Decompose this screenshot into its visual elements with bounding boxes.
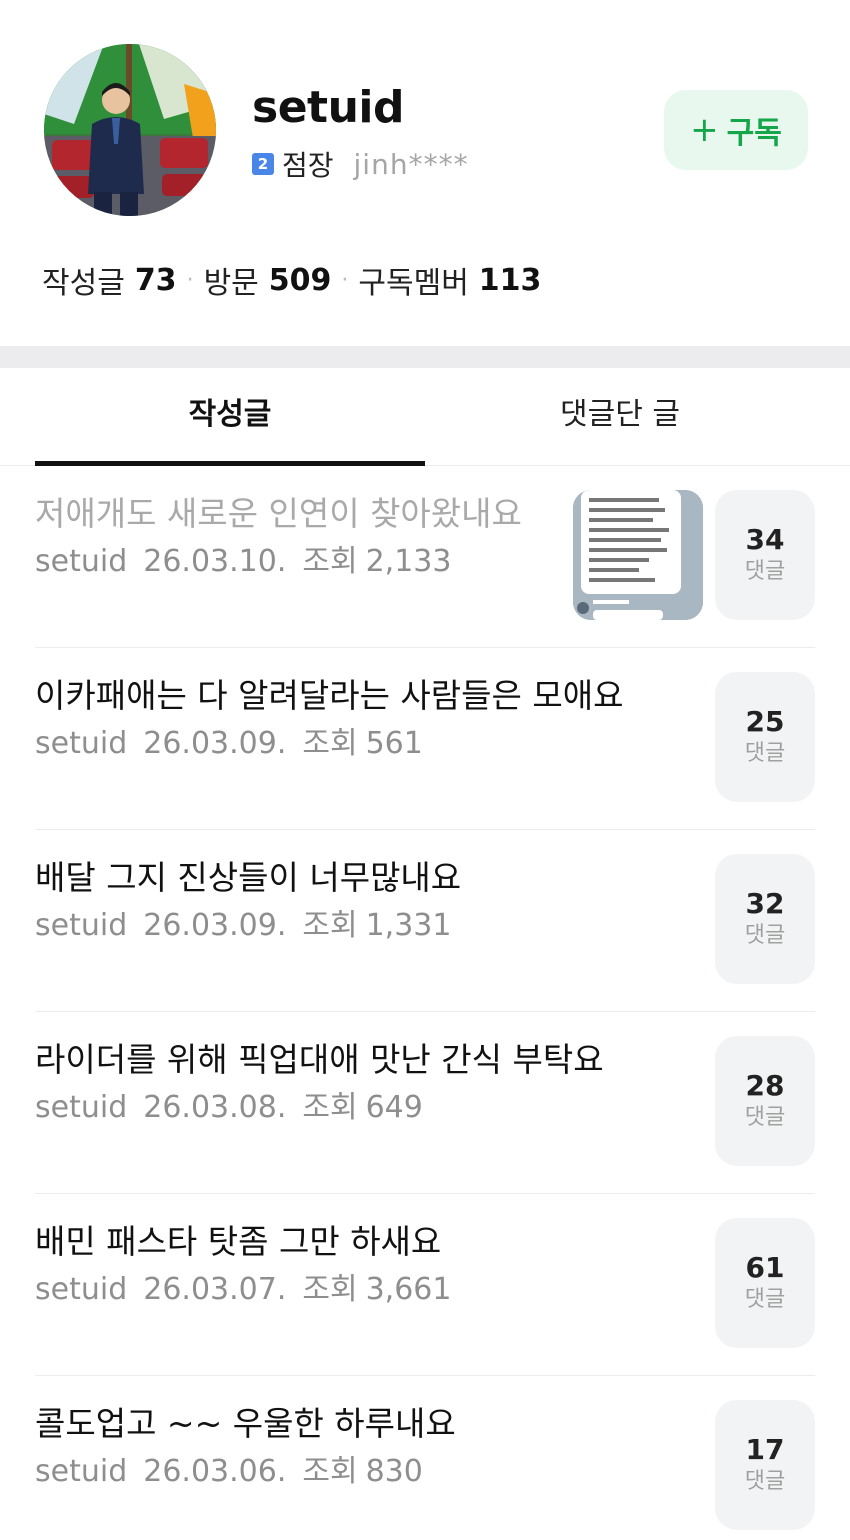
tab-written-posts[interactable]: 작성글 — [35, 368, 425, 466]
level-badge: 2 — [252, 153, 274, 175]
stat-separator: · — [186, 267, 194, 293]
comment-count: 32 — [745, 887, 785, 920]
posts-stat-value: 73 — [134, 262, 177, 298]
post-views-label: 조회 — [302, 1090, 358, 1125]
user-id: jinh**** — [353, 147, 469, 181]
list-item[interactable]: 저애개도 새로운 인연이 찾아왔내요 setuid 26.03.10. 조회 2,13… — [35, 466, 815, 648]
stat-separator: · — [341, 267, 349, 293]
post-views: 649 — [365, 1090, 423, 1125]
post-views-label: 조회 — [302, 1272, 358, 1307]
post-views: 2,133 — [365, 544, 452, 579]
post-title: 배달 그지 진상들이 너무많내요 — [35, 858, 462, 897]
comment-count: 34 — [745, 523, 785, 556]
profile-name: setuid — [252, 82, 404, 133]
post-list: 저애개도 새로운 인연이 찾아왔내요 setuid 26.03.10. 조회 2,13… — [0, 466, 850, 1540]
chat-screenshot-thumbnail — [573, 490, 703, 620]
comment-count-button[interactable]: 34 댓글 — [715, 490, 815, 620]
post-thumbnail — [573, 490, 703, 620]
post-date: 26.03.10. — [143, 544, 287, 579]
tab-commented-posts[interactable]: 댓글단 글 — [425, 368, 815, 465]
post-meta: setuid 26.03.09. 조회 1,331 — [35, 906, 467, 946]
list-item[interactable]: 배민 패스타 탓좀 그만 하새요 setuid 26.03.07. 조회 3,661 … — [35, 1194, 815, 1376]
subscribe-button[interactable]: + 구독 — [664, 90, 808, 170]
visits-stat-label: 방문 — [203, 266, 259, 301]
comment-label: 댓글 — [744, 741, 786, 766]
list-item[interactable]: 라이더를 위해 픽업대애 맛난 간식 부탁요 setuid 26.03.08. 조회… — [35, 1012, 815, 1194]
comment-label: 댓글 — [744, 1469, 786, 1494]
post-views: 561 — [365, 726, 423, 761]
post-meta: setuid 26.03.06. 조회 830 — [35, 1452, 439, 1492]
post-views-label: 조회 — [302, 726, 358, 761]
list-item[interactable]: 배달 그지 진상들이 너무많내요 setuid 26.03.09. 조회 1,331 … — [35, 830, 815, 1012]
rank-label: 점장 — [282, 149, 334, 182]
post-views: 3,661 — [365, 1272, 452, 1307]
section-divider — [0, 346, 850, 368]
comment-count-button[interactable]: 32 댓글 — [715, 854, 815, 984]
comment-label: 댓글 — [744, 1105, 786, 1130]
posts-stat-label: 작성글 — [42, 266, 125, 301]
comment-count: 17 — [745, 1433, 785, 1466]
comment-count-button[interactable]: 28 댓글 — [715, 1036, 815, 1166]
comment-count-button[interactable]: 61 댓글 — [715, 1218, 815, 1348]
profile-stats: 작성글 73 · 방문 509 · 구독멤버 113 — [42, 258, 541, 302]
post-views: 830 — [365, 1454, 423, 1489]
comment-count: 61 — [745, 1251, 785, 1284]
post-date: 26.03.09. — [143, 726, 287, 761]
post-meta: setuid 26.03.07. 조회 3,661 — [35, 1270, 467, 1310]
post-title: 배민 패스타 탓좀 그만 하새요 — [35, 1222, 442, 1261]
members-stat-label: 구독멤버 — [358, 266, 469, 301]
subscribe-label: 구독 — [726, 116, 782, 151]
post-date: 26.03.09. — [143, 908, 287, 943]
list-item[interactable]: 콜도업고 ~~ 우울한 하루내요 setuid 26.03.06. 조회 830 17… — [35, 1376, 815, 1540]
post-views-label: 조회 — [302, 908, 358, 943]
post-title: 저애개도 새로운 인연이 찾아왔내요 — [35, 494, 522, 533]
profile-header: setuid 2 점장 jinh**** + 구독 작성글 73 · 방문 50… — [0, 0, 850, 346]
post-views-label: 조회 — [302, 544, 358, 579]
avatar-photo — [44, 44, 216, 216]
post-author: setuid — [35, 908, 128, 943]
members-stat-value: 113 — [478, 262, 542, 298]
post-meta: setuid 26.03.09. 조회 561 — [35, 724, 439, 764]
comment-label: 댓글 — [744, 559, 786, 584]
list-item[interactable]: 이카패애는 다 알려달라는 사람들은 모애요 setuid 26.03.09. 조회… — [35, 648, 815, 830]
post-author: setuid — [35, 726, 128, 761]
comment-count: 25 — [745, 705, 785, 738]
comment-label: 댓글 — [744, 923, 786, 948]
post-title: 라이더를 위해 픽업대애 맛난 간식 부탁요 — [35, 1040, 604, 1079]
profile-meta: 2 점장 jinh**** — [252, 146, 469, 182]
post-date: 26.03.07. — [143, 1272, 287, 1307]
avatar[interactable] — [44, 44, 216, 216]
post-author: setuid — [35, 1272, 128, 1307]
post-title: 콜도업고 ~~ 우울한 하루내요 — [35, 1404, 456, 1443]
post-meta: setuid 26.03.10. 조회 2,133 — [35, 542, 467, 582]
post-title: 이카패애는 다 알려달라는 사람들은 모애요 — [35, 676, 624, 715]
post-meta: setuid 26.03.08. 조회 649 — [35, 1088, 439, 1128]
post-date: 26.03.08. — [143, 1090, 287, 1125]
post-author: setuid — [35, 544, 128, 579]
profile-tabs: 작성글 댓글단 글 — [0, 368, 850, 466]
post-date: 26.03.06. — [143, 1454, 287, 1489]
comment-label: 댓글 — [744, 1287, 786, 1312]
post-author: setuid — [35, 1454, 128, 1489]
plus-icon: + — [690, 110, 719, 150]
visits-stat-value: 509 — [268, 262, 332, 298]
post-author: setuid — [35, 1090, 128, 1125]
post-views: 1,331 — [365, 908, 452, 943]
comment-count-button[interactable]: 25 댓글 — [715, 672, 815, 802]
comment-count-button[interactable]: 17 댓글 — [715, 1400, 815, 1530]
cafe-member-profile-page: setuid 2 점장 jinh**** + 구독 작성글 73 · 방문 50… — [0, 0, 850, 1540]
post-views-label: 조회 — [302, 1454, 358, 1489]
comment-count: 28 — [745, 1069, 785, 1102]
